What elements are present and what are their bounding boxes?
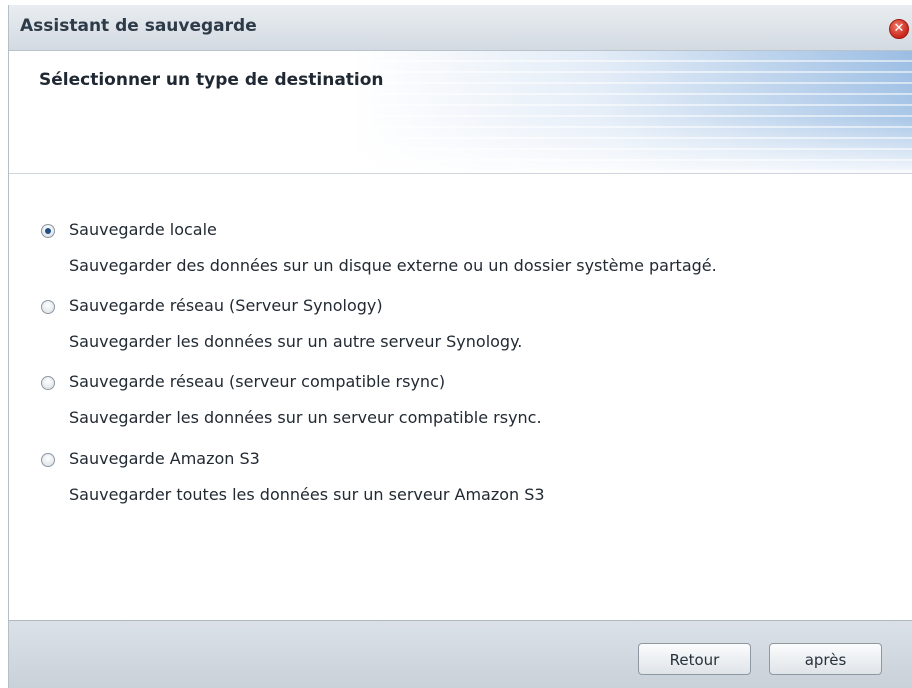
step-title: Sélectionner un type de destination	[39, 70, 384, 90]
radio-network-rsync[interactable]	[41, 376, 55, 390]
close-icon[interactable]: ✕	[889, 19, 909, 39]
window-title: Assistant de sauvegarde	[20, 16, 257, 36]
title-bar: Assistant de sauvegarde ✕	[9, 5, 912, 51]
option-amazon-s3[interactable]: Sauvegarde Amazon S3 Sauvegarder toutes …	[37, 449, 897, 519]
option-description: Sauvegarder les données sur un autre ser…	[69, 332, 523, 351]
option-label[interactable]: Sauvegarde locale	[69, 220, 217, 239]
option-description: Sauvegarder toutes les données sur un se…	[69, 485, 545, 504]
option-description: Sauvegarder les données sur un serveur c…	[69, 408, 542, 427]
wizard-footer: Retour après	[9, 620, 912, 688]
option-label[interactable]: Sauvegarde Amazon S3	[69, 449, 260, 468]
option-network-rsync[interactable]: Sauvegarde réseau (serveur compatible rs…	[37, 372, 897, 442]
option-label[interactable]: Sauvegarde réseau (Serveur Synology)	[69, 296, 383, 315]
back-button[interactable]: Retour	[638, 643, 751, 675]
option-local-backup[interactable]: Sauvegarde locale Sauvegarder des donnée…	[37, 220, 897, 290]
step-header: Sélectionner un type de destination	[9, 51, 912, 174]
radio-network-synology[interactable]	[41, 300, 55, 314]
next-button[interactable]: après	[769, 643, 882, 675]
option-label[interactable]: Sauvegarde réseau (serveur compatible rs…	[69, 372, 445, 391]
radio-amazon-s3[interactable]	[41, 453, 55, 467]
destination-options: Sauvegarde locale Sauvegarder des donnée…	[9, 174, 912, 620]
option-network-synology[interactable]: Sauvegarde réseau (Serveur Synology) Sau…	[37, 296, 897, 366]
option-description: Sauvegarder des données sur un disque ex…	[69, 256, 717, 275]
backup-wizard-window: Assistant de sauvegarde ✕ Sélectionner u…	[8, 5, 912, 688]
radio-local-backup[interactable]	[41, 224, 55, 238]
